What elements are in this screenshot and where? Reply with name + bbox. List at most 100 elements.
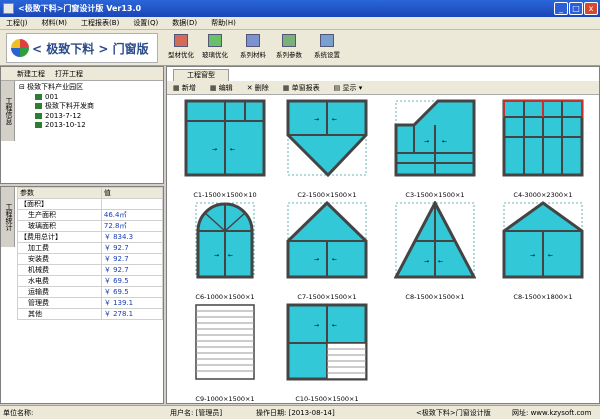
window-caption: C10-1500×1500×1 (295, 395, 359, 403)
window-drawing: → ← (184, 99, 266, 177)
svg-text:←: ← (548, 252, 553, 259)
status-unit: 单位名称: (3, 408, 34, 417)
series-material-icon (246, 34, 260, 47)
stats-panel: 工程统计 参数 值 【面积】 生产面积 46.4㎡ 玻璃面积 72.8㎡ 【费用总计… (0, 186, 164, 404)
close-button[interactable]: x (584, 2, 598, 15)
table-row: 运输费 ￥ 69.5 (17, 286, 164, 298)
logo-text: < 极致下料 > 门窗版 (32, 41, 149, 56)
new-project-button[interactable]: 新建工程 (17, 69, 45, 79)
node-icon (35, 93, 42, 100)
table-row: 安装费 ￥ 92.7 (17, 253, 164, 265)
display-button[interactable]: ▤ 显示 ▾ (334, 83, 363, 93)
table-row: 加工费 ￥ 92.7 (17, 242, 164, 254)
tab-project-stats[interactable]: 工程统计 (1, 187, 15, 247)
node-icon (35, 103, 42, 109)
status-date: 操作日期: [2013-08-14] (256, 408, 335, 417)
menu-settings[interactable]: 设置(Q) (133, 18, 158, 28)
system-settings-button[interactable]: 系统设置 (310, 33, 344, 63)
single-window-report-button[interactable]: ▦ 单窗报表 (283, 83, 320, 93)
window-caption: C1-1500×1500×10 (193, 191, 257, 199)
window-drawing: → ← (286, 303, 368, 381)
window-type-panel: 工程窗型 ▦ 新增 ▦ 编辑 ✕ 删除 ▦ 单窗报表 ▤ 显示 ▾ → ← C1… (166, 66, 600, 404)
menu-data[interactable]: 数据(D) (172, 18, 197, 28)
glass-optimize-icon (208, 34, 222, 47)
tab-window-types[interactable]: 工程窗型 (173, 69, 229, 81)
add-button[interactable]: ▦ 新增 (173, 83, 196, 93)
edit-button[interactable]: ▦ 编辑 (210, 83, 233, 93)
tree-item[interactable]: 001 (19, 93, 94, 103)
window-drawing: → ← (286, 99, 368, 177)
table-row: 机械费 ￥ 92.7 (17, 264, 164, 276)
window-caption: C4-3000×2300×1 (513, 191, 573, 199)
svg-text:←: ← (332, 322, 337, 329)
window-card-c1[interactable]: → ← C1-1500×1500×10 (173, 99, 277, 199)
node-icon (35, 112, 42, 119)
svg-text:←: ← (332, 256, 337, 263)
series-param-button[interactable]: 系列参数 (272, 33, 306, 63)
window-card-c4[interactable]: C4-3000×2300×1 (491, 99, 595, 199)
window-drawing: → ← (502, 201, 584, 279)
tree-item[interactable]: 2013-10-12 (19, 121, 94, 131)
app-icon (3, 3, 14, 14)
property-table: 参数 值 【面积】 生产面积 46.4㎡ 玻璃面积 72.8㎡ 【费用总计】 ￥ 83… (17, 187, 164, 320)
window-drawing (502, 99, 584, 177)
window-title: <极致下料>门窗设计版 Ver13.0 (18, 4, 142, 13)
tree-item[interactable]: 极致下料开发商 (19, 102, 94, 112)
svg-text:→: → (424, 258, 429, 265)
window-card-c2[interactable]: → ← C2-1500×1500×1 (275, 99, 379, 199)
node-icon (35, 122, 42, 128)
window-card-c8[interactable]: → ← C8-1500×1500×1 (383, 201, 487, 301)
tree-item[interactable]: 2013-7-12 (19, 112, 94, 122)
title-bar: <极致下料>门窗设计版 Ver13.0 _ □ x (0, 0, 600, 17)
maximize-button[interactable]: □ (569, 2, 583, 15)
svg-text:←: ← (442, 138, 447, 145)
window-drawing (195, 304, 255, 380)
window-card-c6[interactable]: → ← C6-1000×1500×1 (173, 201, 277, 301)
svg-text:→: → (214, 252, 219, 259)
table-row: 生产面积 46.4㎡ (17, 209, 164, 221)
tab-project-info[interactable]: 工程信息 (1, 81, 15, 141)
profile-optimize-icon (174, 34, 188, 47)
table-header: 参数 值 (17, 187, 164, 199)
window-caption: C7-1500×1500×1 (297, 293, 357, 301)
svg-text:←: ← (228, 252, 233, 259)
table-row: 管理费 ￥ 139.1 (17, 297, 164, 309)
system-settings-icon (320, 34, 334, 47)
window-card-c10[interactable]: → ← C10-1500×1500×1 (275, 303, 379, 403)
menu-reports[interactable]: 工程报表(B) (81, 18, 119, 28)
window-caption: C6-1000×1500×1 (195, 293, 255, 301)
window-card-c8-tall[interactable]: → ← C8-1500×1800×1 (491, 201, 595, 301)
svg-text:←: ← (332, 116, 337, 123)
window-card-c9[interactable]: C9-1000×1500×1 (173, 303, 277, 403)
toolbar: < 极致下料 > 门窗版 型材优化 玻璃优化 系列材料 系列参数 系统设置 (0, 30, 600, 66)
window-caption: C2-1500×1500×1 (297, 191, 357, 199)
window-card-c7[interactable]: → ← C7-1500×1500×1 (275, 201, 379, 301)
window-card-c3[interactable]: → ← C3-1500×1500×1 (383, 99, 487, 199)
menu-project[interactable]: 工程(J) (6, 18, 28, 28)
logo-icon (11, 39, 29, 57)
window-drawing: → ← (286, 201, 368, 279)
menu-bar: 工程(J) 材料(M) 工程报表(B) 设置(Q) 数据(D) 帮助(H) (0, 17, 600, 30)
window-caption: C8-1500×1800×1 (513, 293, 573, 301)
svg-text:←: ← (438, 258, 443, 265)
svg-text:→: → (314, 256, 319, 263)
table-row: 玻璃面积 72.8㎡ (17, 220, 164, 232)
minimize-button[interactable]: _ (554, 2, 568, 15)
menu-help[interactable]: 帮助(H) (211, 18, 236, 28)
delete-button[interactable]: ✕ 删除 (247, 83, 269, 93)
tree-root[interactable]: ⊟ 极致下料产业园区 (19, 83, 94, 93)
open-project-button[interactable]: 打开工程 (55, 69, 83, 79)
svg-text:→: → (530, 252, 535, 259)
menu-material[interactable]: 材料(M) (42, 18, 68, 28)
svg-text:→: → (314, 116, 319, 123)
svg-text:→: → (212, 146, 217, 153)
window-caption: C9-1000×1500×1 (195, 395, 255, 403)
table-row: 其他 ￥ 278.1 (17, 308, 164, 320)
profile-optimize-button[interactable]: 型材优化 (164, 33, 198, 63)
window-caption: C8-1500×1500×1 (405, 293, 465, 301)
series-material-button[interactable]: 系列材料 (236, 33, 270, 63)
project-toolbar: 新建工程 打开工程 (1, 67, 163, 81)
project-panel: 新建工程 打开工程 工程信息 ⊟ 极致下料产业园区 001 极致下料开发商 20… (0, 66, 164, 184)
svg-text:→: → (314, 322, 319, 329)
glass-optimize-button[interactable]: 玻璃优化 (198, 33, 232, 63)
